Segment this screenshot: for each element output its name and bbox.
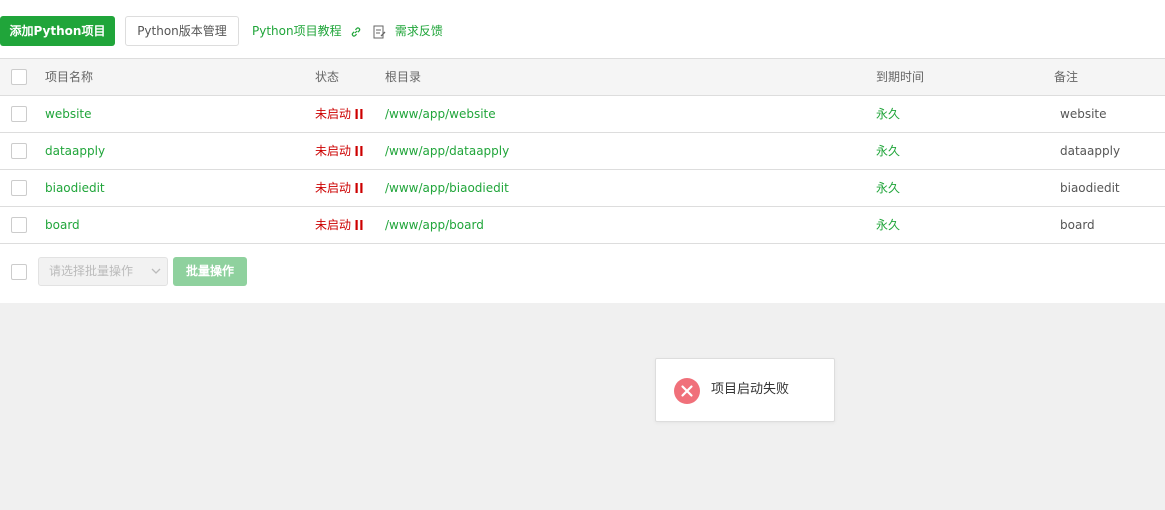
row-checkbox[interactable] bbox=[11, 180, 27, 196]
table-row: website 未启动 /www/app/website 永久 website bbox=[0, 96, 1165, 133]
pause-icon bbox=[355, 219, 363, 230]
pause-icon bbox=[355, 108, 363, 119]
root-path-link[interactable]: /www/app/biaodiedit bbox=[385, 170, 509, 206]
status-toggle[interactable]: 未启动 bbox=[315, 96, 363, 132]
row-checkbox[interactable] bbox=[11, 143, 27, 159]
table-row: board 未启动 /www/app/board 永久 board bbox=[0, 207, 1165, 244]
note-text[interactable]: biaodiedit bbox=[1060, 170, 1120, 206]
header-status: 状态 bbox=[315, 70, 340, 84]
note-text[interactable]: dataapply bbox=[1060, 133, 1120, 169]
table-row: biaodiedit 未启动 /www/app/biaodiedit 永久 bi… bbox=[0, 170, 1165, 207]
project-name-link[interactable]: biaodiedit bbox=[45, 170, 105, 206]
table-header: 项目名称 状态 根目录 到期时间 备注 bbox=[0, 59, 1165, 96]
header-root: 根目录 bbox=[385, 70, 422, 84]
root-path-link[interactable]: /www/app/board bbox=[385, 207, 484, 243]
link-icon bbox=[352, 26, 361, 37]
python-tutorial-label: Python项目教程 bbox=[252, 24, 342, 38]
chevron-down-icon bbox=[151, 268, 161, 274]
batch-operation-button[interactable]: 批量操作 bbox=[173, 257, 247, 286]
toast-message: 项目启动失败 bbox=[711, 382, 790, 397]
python-tutorial-link[interactable]: Python项目教程 bbox=[252, 16, 362, 46]
root-path-link[interactable]: /www/app/website bbox=[385, 96, 496, 132]
error-x-icon bbox=[674, 378, 700, 404]
expire-link[interactable]: 永久 bbox=[876, 96, 900, 132]
header-expire: 到期时间 bbox=[876, 70, 925, 84]
status-text: 未启动 bbox=[315, 107, 352, 121]
status-text: 未启动 bbox=[315, 218, 352, 232]
edit-note-icon bbox=[373, 25, 386, 38]
expire-link[interactable]: 永久 bbox=[876, 207, 900, 243]
status-toggle[interactable]: 未启动 bbox=[315, 170, 363, 206]
select-all-checkbox[interactable] bbox=[11, 69, 27, 85]
expire-link[interactable]: 永久 bbox=[876, 170, 900, 206]
feedback-link[interactable]: 需求反馈 bbox=[373, 16, 443, 46]
pause-icon bbox=[355, 145, 363, 156]
row-checkbox[interactable] bbox=[11, 217, 27, 233]
status-toggle[interactable]: 未启动 bbox=[315, 133, 363, 169]
project-name-link[interactable]: website bbox=[45, 96, 92, 132]
project-name-link[interactable]: board bbox=[45, 207, 80, 243]
status-toggle[interactable]: 未启动 bbox=[315, 207, 363, 243]
expire-link[interactable]: 永久 bbox=[876, 133, 900, 169]
status-text: 未启动 bbox=[315, 144, 352, 158]
feedback-label: 需求反馈 bbox=[394, 24, 443, 38]
note-text[interactable]: board bbox=[1060, 207, 1095, 243]
table-row: dataapply 未启动 /www/app/dataapply 永久 data… bbox=[0, 133, 1165, 170]
batch-select-placeholder: 请选择批量操作 bbox=[49, 264, 134, 278]
error-toast: 项目启动失败 bbox=[655, 358, 835, 422]
pause-icon bbox=[355, 182, 363, 193]
row-checkbox[interactable] bbox=[11, 106, 27, 122]
main-panel: 添加Python项目 Python版本管理 Python项目教程 需求反馈 项目… bbox=[0, 0, 1165, 303]
header-note: 备注 bbox=[1054, 70, 1079, 84]
project-name-link[interactable]: dataapply bbox=[45, 133, 105, 169]
batch-operation-select[interactable]: 请选择批量操作 bbox=[38, 257, 168, 286]
project-table: 项目名称 状态 根目录 到期时间 备注 website 未启动 /www/app… bbox=[0, 58, 1165, 244]
add-python-project-button[interactable]: 添加Python项目 bbox=[0, 16, 115, 46]
batch-select-all-checkbox[interactable] bbox=[11, 264, 27, 280]
header-name[interactable]: 项目名称 bbox=[45, 59, 93, 95]
root-path-link[interactable]: /www/app/dataapply bbox=[385, 133, 509, 169]
status-text: 未启动 bbox=[315, 181, 352, 195]
python-version-manage-button[interactable]: Python版本管理 bbox=[125, 16, 239, 46]
note-text[interactable]: website bbox=[1060, 96, 1107, 132]
